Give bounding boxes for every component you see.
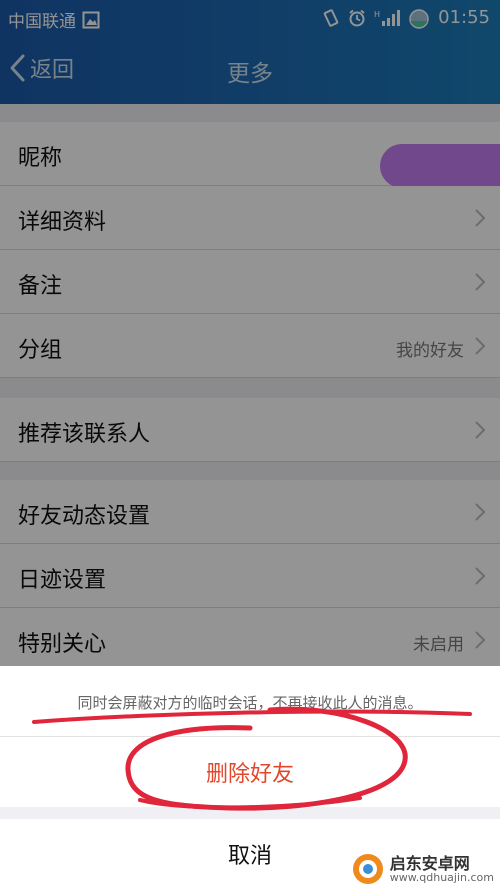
delete-friend-button[interactable]: 删除好友	[0, 737, 500, 807]
watermark-url: www.qdhuajin.com	[389, 870, 494, 884]
sheet-gap	[0, 807, 500, 819]
watermark-text: 启东安卓网 www.qdhuajin.com	[389, 853, 494, 884]
watermark: 启东安卓网 www.qdhuajin.com	[352, 853, 494, 885]
watermark-name: 启东安卓网	[389, 853, 470, 873]
screen: 中国联通 H 01:55 返回 更多 昵称 详细资料 备注 分组 我的好友 推荐…	[0, 0, 500, 889]
sheet-message: 同时会屏蔽对方的临时会话，不再接收此人的消息。	[77, 694, 423, 712]
watermark-logo-icon	[352, 854, 383, 884]
